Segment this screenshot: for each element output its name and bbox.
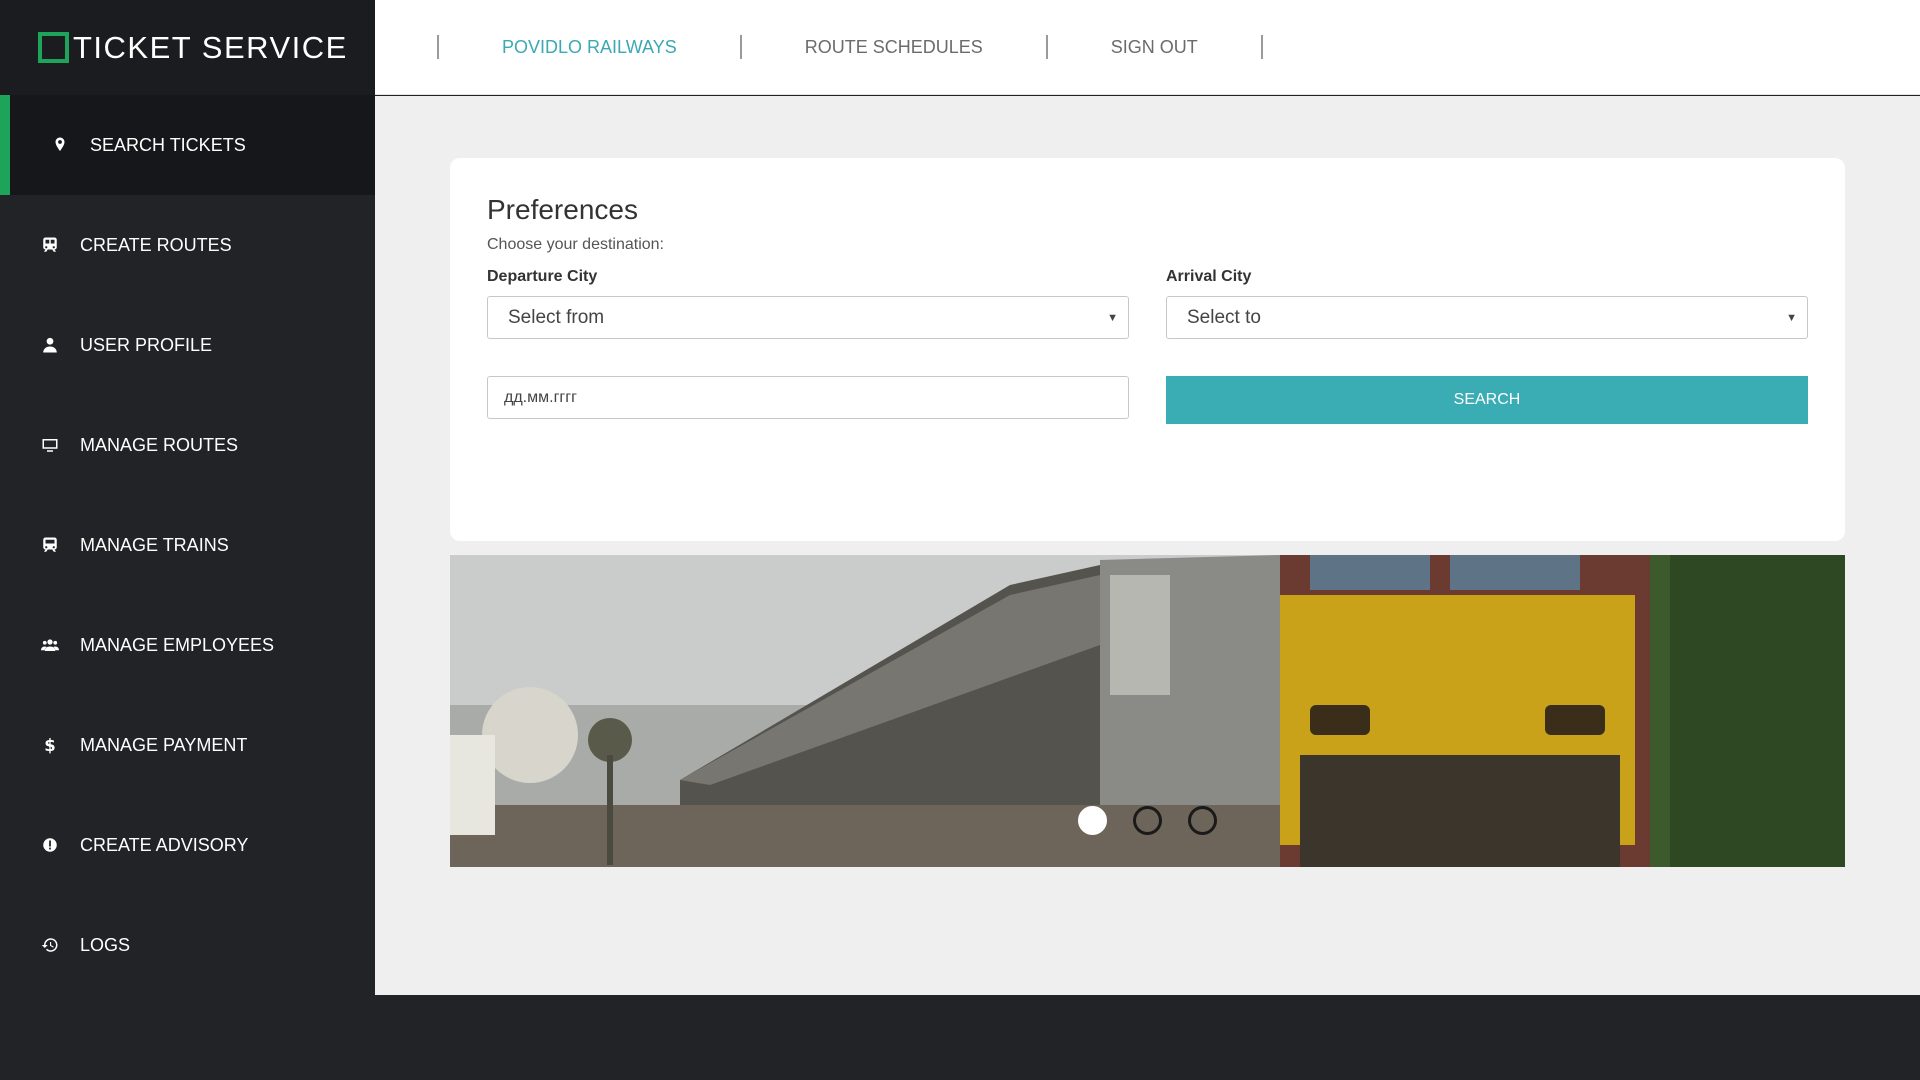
preferences-subtitle: Choose your destination:: [487, 236, 664, 253]
sidebar-item-search-tickets[interactable]: SEARCH TICKETS: [0, 95, 375, 195]
sidebar-item-manage-trains[interactable]: MANAGE TRAINS: [0, 495, 375, 595]
sidebar-item-label: USER PROFILE: [80, 334, 213, 355]
sidebar-item-create-routes[interactable]: CREATE ROUTES: [0, 195, 375, 295]
sidebar-item-manage-routes[interactable]: MANAGE ROUTES: [0, 395, 375, 495]
logo-square-icon: [38, 32, 69, 63]
preferences-title: Preferences: [487, 194, 638, 225]
carousel-dot-2[interactable]: [1133, 806, 1162, 835]
nav-link-route-schedules[interactable]: ROUTE SCHEDULES: [742, 37, 1046, 58]
carousel-indicators: [450, 806, 1845, 835]
departure-city-select[interactable]: Select from ▼: [487, 296, 1129, 339]
users-icon: [40, 635, 60, 655]
map-marker-icon: [50, 135, 70, 155]
arrival-city-value: Select to: [1187, 306, 1261, 328]
train-icon: [40, 235, 60, 255]
search-button[interactable]: SEARCH: [1166, 376, 1808, 424]
sidebar-item-label: CREATE ROUTES: [80, 234, 232, 255]
top-navbar: POVIDLO RAILWAYS ROUTE SCHEDULES SIGN OU…: [375, 0, 1920, 95]
nav-divider: [1260, 35, 1263, 59]
user-icon: [40, 335, 60, 355]
nav-link-povidlo-railways[interactable]: POVIDLO RAILWAYS: [439, 37, 740, 58]
monitor-icon: [40, 435, 60, 455]
sidebar-item-create-advisory[interactable]: CREATE ADVISORY: [0, 795, 375, 895]
caret-down-icon: ▼: [1786, 311, 1797, 324]
sidebar-item-label: CREATE ADVISORY: [80, 834, 249, 855]
train-icon: [40, 535, 60, 555]
sidebar-item-label: MANAGE PAYMENT: [80, 734, 248, 755]
main-content: Preferences Choose your destination: Dep…: [375, 96, 1920, 995]
departure-city-value: Select from: [508, 306, 605, 328]
history-icon: [40, 935, 60, 955]
travel-date-input[interactable]: дд.мм.гггг: [487, 376, 1129, 419]
sidebar-item-label: MANAGE EMPLOYEES: [80, 634, 275, 655]
sidebar-item-label: MANAGE ROUTES: [80, 434, 239, 455]
dollar-icon: $: [40, 735, 60, 755]
brand-title: TICKET SERVICE: [73, 29, 348, 65]
image-carousel: [450, 555, 1845, 867]
arrival-city-label: Arrival City: [1166, 268, 1252, 285]
svg-text:$: $: [44, 736, 55, 754]
travel-date-placeholder: дд.мм.гггг: [504, 388, 577, 406]
footer-band: [375, 995, 1920, 1080]
brand-header[interactable]: TICKET SERVICE: [0, 0, 375, 95]
sidebar-item-manage-payment[interactable]: $ MANAGE PAYMENT: [0, 695, 375, 795]
sidebar-item-label: LOGS: [80, 934, 131, 955]
sidebar-item-logs[interactable]: LOGS: [0, 895, 375, 995]
sidebar-item-label: MANAGE TRAINS: [80, 534, 229, 555]
sidebar: TICKET SERVICE SEARCH TICKETS CREATE ROU…: [0, 0, 375, 1080]
preferences-card: Preferences Choose your destination: Dep…: [450, 158, 1845, 541]
caret-down-icon: ▼: [1107, 311, 1118, 324]
carousel-dot-3[interactable]: [1188, 806, 1217, 835]
arrival-city-select[interactable]: Select to ▼: [1166, 296, 1808, 339]
sidebar-item-label: SEARCH TICKETS: [90, 134, 246, 155]
nav-link-sign-out[interactable]: SIGN OUT: [1048, 37, 1261, 58]
departure-city-label: Departure City: [487, 268, 598, 285]
alert-icon: [40, 835, 60, 855]
sidebar-item-manage-employees[interactable]: MANAGE EMPLOYEES: [0, 595, 375, 695]
carousel-dot-1[interactable]: [1078, 806, 1107, 835]
sidebar-item-user-profile[interactable]: USER PROFILE: [0, 295, 375, 395]
